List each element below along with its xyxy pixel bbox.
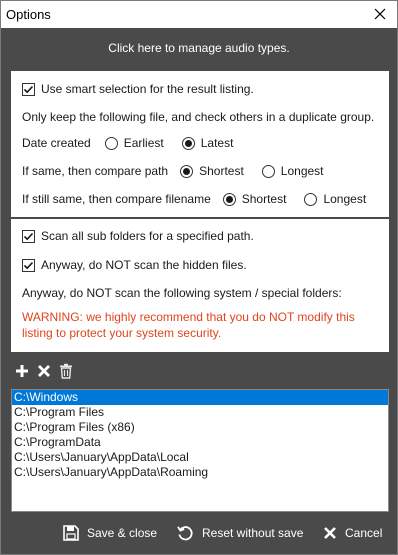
date-latest-label: Latest [200, 136, 234, 150]
folder-toolbar [13, 362, 79, 380]
security-warning: WARNING: we highly recommend that you do… [22, 310, 355, 340]
date-created-label: Date created [22, 136, 91, 150]
compare-filename-row: If still same, then compare filename Sho… [22, 192, 366, 206]
trash-icon[interactable] [57, 362, 75, 380]
manage-audio-types-link[interactable]: Click here to manage audio types. [1, 28, 397, 68]
keep-hint: Only keep the following file, and check … [22, 110, 375, 124]
close-icon[interactable] [369, 3, 391, 25]
title-bar: Options [1, 1, 397, 28]
hidden-files-label: Anyway, do NOT scan the hidden files. [41, 258, 247, 272]
add-icon[interactable] [13, 362, 31, 380]
list-item[interactable]: C:\Users\January\AppData\Roaming [12, 465, 388, 480]
compare-filename-label: If still same, then compare filename [22, 192, 211, 206]
cancel-icon [324, 527, 336, 539]
cancel-button[interactable]: Cancel [323, 521, 382, 545]
path-longest-option[interactable]: Longest [261, 164, 324, 178]
path-shortest-option[interactable]: Shortest [180, 164, 244, 178]
hidden-files-row[interactable]: Anyway, do NOT scan the hidden files. [22, 258, 247, 272]
save-close-label: Save & close [87, 526, 158, 540]
save-icon [63, 525, 79, 541]
footer: Save & close Reset without save Cancel [1, 519, 397, 547]
date-created-row: Date created Earliest Latest [22, 136, 233, 150]
compare-path-row: If same, then compare path Shortest Long… [22, 164, 324, 178]
list-item[interactable]: C:\Users\January\AppData\Local [12, 450, 388, 465]
reset-without-save-button[interactable]: Reset without save [177, 521, 303, 545]
filename-longest-option[interactable]: Longest [304, 192, 366, 206]
path-shortest-label: Shortest [199, 164, 244, 178]
window-title: Options [6, 7, 51, 22]
subfolders-row[interactable]: Scan all sub folders for a specified pat… [22, 229, 254, 243]
excluded-folders-list[interactable]: C:\Windows C:\Program Files C:\Program F… [11, 389, 389, 512]
date-earliest-radio[interactable] [104, 136, 118, 150]
filename-shortest-label: Shortest [241, 192, 287, 206]
smart-selection-checkbox[interactable] [22, 82, 35, 96]
path-shortest-radio[interactable] [180, 164, 194, 178]
filename-longest-radio[interactable] [304, 192, 318, 206]
list-item[interactable]: C:\Windows [12, 390, 388, 405]
path-longest-label: Longest [280, 164, 324, 178]
date-earliest-option[interactable]: Earliest [104, 136, 164, 150]
smart-selection-row[interactable]: Use smart selection for the result listi… [22, 82, 254, 96]
date-latest-radio[interactable] [181, 136, 195, 150]
cancel-label: Cancel [345, 526, 383, 540]
subfolders-checkbox[interactable] [22, 229, 35, 243]
system-folders-label: Anyway, do NOT scan the following system… [22, 286, 342, 300]
filename-shortest-option[interactable]: Shortest [222, 192, 287, 206]
smart-selection-label: Use smart selection for the result listi… [41, 82, 254, 96]
remove-icon[interactable] [35, 362, 53, 380]
options-window: Options Click here to manage audio types… [0, 0, 398, 555]
hidden-files-checkbox[interactable] [22, 258, 35, 272]
filename-longest-label: Longest [323, 192, 367, 206]
filename-shortest-radio[interactable] [222, 192, 236, 206]
date-earliest-label: Earliest [123, 136, 164, 150]
save-close-button[interactable]: Save & close [63, 521, 157, 545]
list-item[interactable]: C:\ProgramData [12, 435, 388, 450]
reset-without-save-label: Reset without save [202, 526, 304, 540]
list-item[interactable]: C:\Program Files [12, 405, 388, 420]
date-latest-option[interactable]: Latest [181, 136, 234, 150]
compare-path-label: If same, then compare path [22, 164, 169, 178]
reset-icon [177, 525, 193, 540]
scan-options-panel: Scan all sub folders for a specified pat… [11, 219, 389, 352]
list-item[interactable]: C:\Program Files (x86) [12, 420, 388, 435]
path-longest-radio[interactable] [261, 164, 275, 178]
smart-selection-panel: Use smart selection for the result listi… [11, 71, 389, 217]
subfolders-label: Scan all sub folders for a specified pat… [41, 229, 254, 243]
